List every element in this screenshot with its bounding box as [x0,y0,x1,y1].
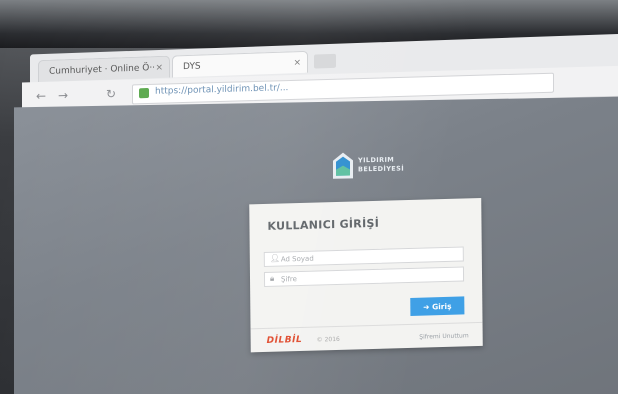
tab-label: Cumhuriyet · Online Ö·· [49,63,156,77]
card-footer: DİLBİL © 2016 Şifremi Unuttum [250,321,483,354]
tab-close-icon[interactable]: × [155,57,163,79]
brand-logo: DİLBİL [266,334,303,346]
login-page: YILDIRIM BELEDİYESİ KULLANICI GİRİŞİ 👤︎ … [14,96,618,394]
new-tab-button[interactable] [314,53,336,69]
back-arrow-icon[interactable]: ← [36,89,46,103]
lock-icon: 🔒︎ [269,273,275,283]
brand-subtitle: © 2016 [316,335,340,344]
login-button[interactable]: ➜ Giriş [410,296,465,316]
photo-scene: Cumhuriyet · Online Ö·· × DYS × ← → ↻ ht… [0,0,618,394]
tab-label: DYS [183,61,201,73]
logo-emblem-icon [333,152,353,179]
password-field[interactable]: 🔒︎ [263,266,465,288]
login-title: KULLANICI GİRİŞİ [267,216,380,233]
browser-tab-2[interactable]: DYS × [172,50,308,78]
lock-icon [139,87,149,99]
login-card: KULLANICI GİRİŞİ 👤︎ 🔒︎ ➜ Giriş DİLBİL © … [249,197,483,354]
url-text: https://portal.yildirim.bel.tr/... [155,83,289,97]
logo-text: YILDIRIM BELEDİYESİ [358,156,404,175]
tab-close-icon[interactable]: × [293,52,301,74]
forgot-password-link[interactable]: Şifremi Unuttum [419,332,468,340]
monitor-screen: Cumhuriyet · Online Ö·· × DYS × ← → ↻ ht… [0,0,618,394]
forward-arrow-icon[interactable]: → [58,88,68,102]
logo-line-2: BELEDİYESİ [358,164,405,174]
reload-icon[interactable]: ↻ [106,87,116,101]
user-icon: 👤︎ [269,253,281,263]
username-field[interactable]: 👤︎ [263,246,464,268]
municipality-logo: YILDIRIM BELEDİYESİ [332,150,432,188]
username-input[interactable] [280,247,459,266]
password-input[interactable] [280,267,460,286]
